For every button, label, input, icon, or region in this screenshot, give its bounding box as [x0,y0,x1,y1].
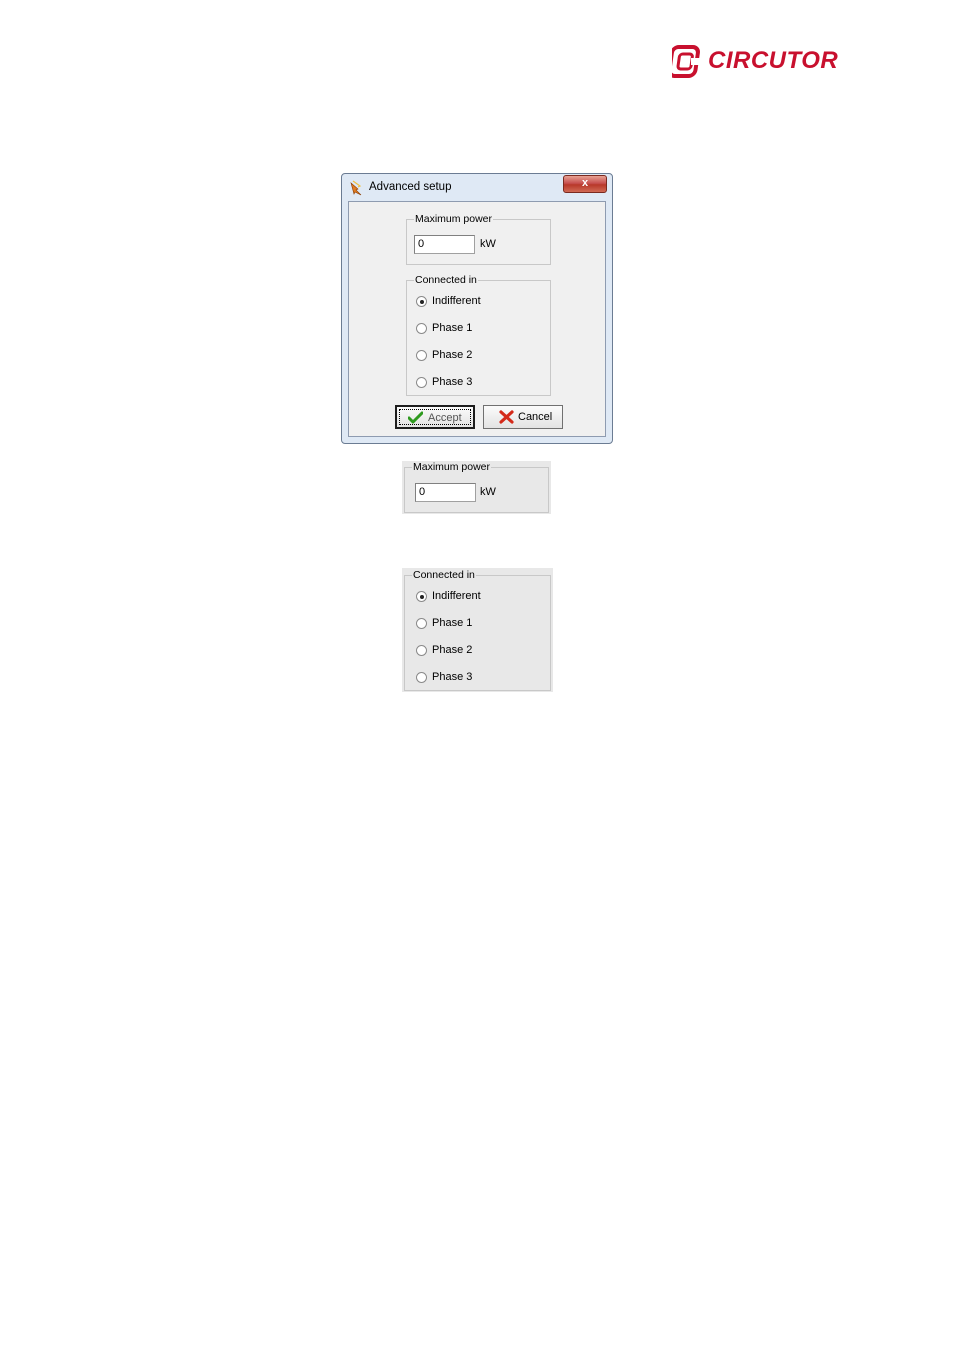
connected-in-group: Connected in Indifferent Phase 1 Phase 2… [406,274,551,396]
zoom-connected-in-panel: Connected in Indifferent Phase 1 Phase 2… [402,568,553,692]
zoom-max-power-panel: Maximum power 0 kW [402,461,551,514]
circutor-logo: CIRCUTOR [672,44,844,80]
connected-in-group-label: Connected in [414,274,478,286]
zoom-max-power-unit: kW [480,486,496,498]
dialog-title: Advanced setup [369,181,452,193]
radio-button[interactable] [416,618,427,629]
zoom-connected-in-group-label: Connected in [412,569,476,581]
accept-button-label: Accept [428,412,462,424]
radio-label: Phase 1 [432,322,473,334]
radio-label: Phase 3 [432,671,473,683]
cancel-x-icon [499,410,514,424]
close-icon: x [581,177,589,189]
advanced-setup-dialog: Advanced setup x Maximum power 0 kW Conn… [341,173,613,444]
radio-button[interactable] [416,645,427,656]
logo-wordmark: CIRCUTOR [708,47,839,74]
dialog-body: Maximum power 0 kW Connected in Indiffer… [348,201,606,437]
radio-button[interactable] [416,377,427,388]
cancel-button-label: Cancel [518,411,553,423]
radio-button[interactable] [416,672,427,683]
zoom-connected-in-group: Connected in Indifferent Phase 1 Phase 2… [404,569,551,691]
zoom-max-power-group: Maximum power 0 kW [404,461,549,513]
radio-label: Phase 2 [432,349,473,361]
close-button[interactable]: x [563,175,607,193]
max-power-unit: kW [480,238,496,250]
radio-label: Phase 2 [432,644,473,656]
accept-button[interactable]: Accept [395,405,475,429]
checkmark-icon [408,411,423,424]
cancel-button[interactable]: Cancel [483,405,563,429]
radio-label: Indifferent [432,295,481,307]
max-power-group: Maximum power 0 kW [406,213,551,265]
radio-button-checked[interactable] [416,591,427,602]
radio-button-checked[interactable] [416,296,427,307]
circutor-logo-mark-icon [672,45,701,78]
dialog-titlebar[interactable]: Advanced setup x [342,174,612,200]
max-power-input[interactable]: 0 [414,235,475,254]
radio-button[interactable] [416,350,427,361]
zoom-max-power-group-label: Maximum power [412,461,492,473]
app-icon [350,180,362,196]
max-power-group-label: Maximum power [414,213,494,225]
radio-button[interactable] [416,323,427,334]
radio-label: Phase 3 [432,376,473,388]
radio-label: Indifferent [432,590,481,602]
radio-label: Phase 1 [432,617,473,629]
zoom-max-power-input[interactable]: 0 [415,483,476,502]
